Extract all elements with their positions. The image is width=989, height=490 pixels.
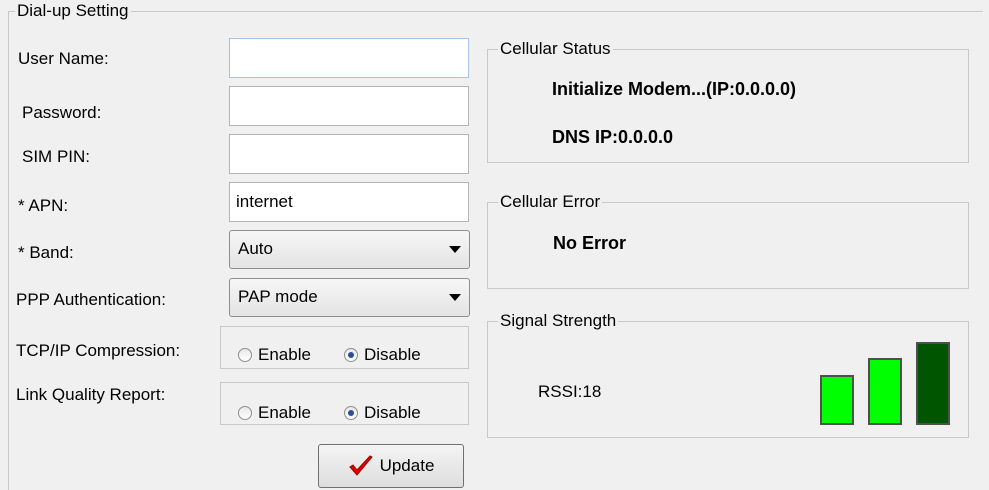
- tcp-enable-radio[interactable]: Enable: [238, 345, 311, 365]
- apn-label: * APN:: [18, 196, 69, 215]
- radio-checked-icon: [344, 406, 358, 420]
- lqr-enable-label: Enable: [258, 403, 311, 422]
- ppp-authentication-select-value: PAP mode: [238, 287, 318, 306]
- lqr-disable-radio[interactable]: Disable: [344, 403, 421, 423]
- signal-strength-title: Signal Strength: [498, 311, 619, 331]
- password-label: Password:: [22, 103, 102, 122]
- lqr-enable-radio[interactable]: Enable: [238, 403, 311, 423]
- tcp-enable-label: Enable: [258, 345, 311, 364]
- user-name-label: User Name:: [18, 49, 109, 68]
- cellular-status-title: Cellular Status: [498, 39, 613, 59]
- band-label: * Band:: [18, 243, 74, 262]
- radio-checked-icon: [344, 348, 358, 362]
- apn-input[interactable]: [229, 182, 469, 222]
- cellular-error-message: No Error: [553, 233, 627, 253]
- update-button-label: Update: [379, 456, 435, 475]
- tcp-ip-compression-label: TCP/IP Compression:: [16, 341, 181, 360]
- link-quality-report-label: Link Quality Report:: [16, 385, 166, 404]
- signal-bar-1: [820, 375, 854, 425]
- checkmark-icon: [348, 455, 373, 476]
- sim-pin-label: SIM PIN:: [22, 147, 91, 166]
- signal-bar-2: [868, 358, 902, 425]
- password-input[interactable]: [229, 86, 469, 126]
- ppp-authentication-select[interactable]: PAP mode: [229, 278, 470, 317]
- band-select[interactable]: Auto: [229, 230, 470, 269]
- user-name-input[interactable]: [229, 38, 469, 78]
- sim-pin-input[interactable]: [229, 134, 469, 174]
- cellular-error-title: Cellular Error: [498, 192, 603, 212]
- rssi-value: RSSI:18: [538, 382, 602, 401]
- chevron-down-icon: [449, 294, 461, 301]
- radio-unchecked-icon: [238, 406, 252, 420]
- radio-unchecked-icon: [238, 348, 252, 362]
- tcp-disable-radio[interactable]: Disable: [344, 345, 421, 365]
- ppp-authentication-label: PPP Authentication:: [16, 290, 166, 309]
- update-button[interactable]: Update: [318, 444, 464, 488]
- tcp-disable-label: Disable: [364, 345, 421, 364]
- chevron-down-icon: [449, 246, 461, 253]
- band-select-value: Auto: [238, 239, 273, 258]
- cellular-status-line2: DNS IP:0.0.0.0: [552, 127, 674, 147]
- lqr-disable-label: Disable: [364, 403, 421, 422]
- dialup-setting-title: Dial-up Setting: [15, 1, 131, 21]
- signal-bar-3: [916, 342, 950, 425]
- cellular-status-line1: Initialize Modem...(IP:0.0.0.0): [552, 79, 797, 99]
